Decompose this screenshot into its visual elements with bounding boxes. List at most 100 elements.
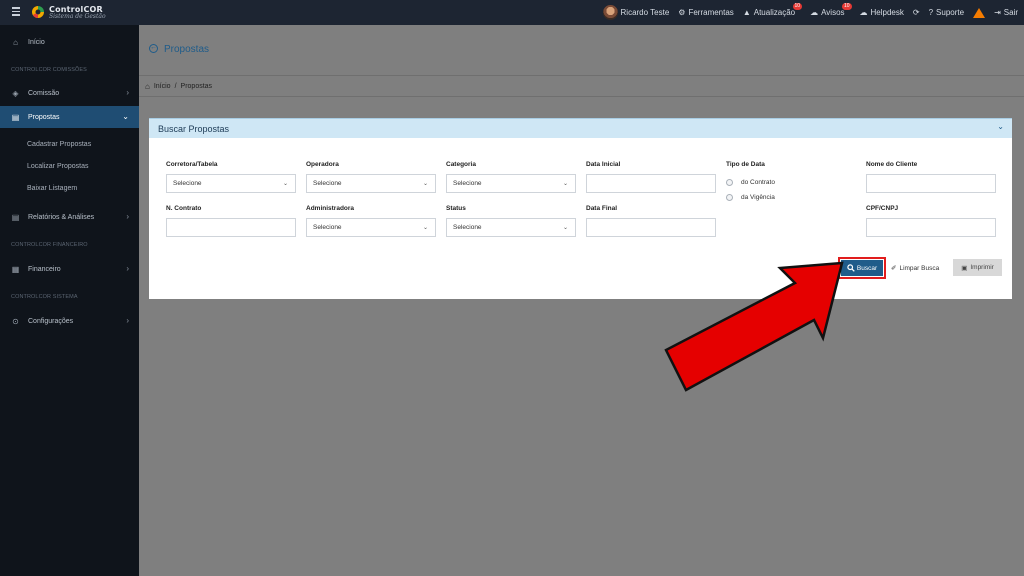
cpf-input[interactable] [866,218,996,237]
logout-icon: ⇥ [994,8,1001,17]
clipboard-icon: ▤ [11,112,20,122]
sidebar-item-label: Configurações [28,317,74,325]
radio-vigencia-label: da Vigência [741,194,775,201]
avatar [602,5,618,20]
avisos-link[interactable]: ☁ Avisos 10 [810,3,852,17]
brand-subtitle: Sistema de Gestão [49,13,106,20]
cpf-label: CPF/CNPJ [866,205,899,212]
buscar-label: Buscar [856,264,878,272]
sidebar-item-label: Propostas [28,113,60,121]
search-panel: Buscar Propostas ⌄ Corretora/Tabela Sele… [149,118,1012,299]
operadora-value: Selecione [313,180,342,187]
sidebar-item-propostas[interactable]: ▤ Propostas ⌄ [0,106,139,128]
section-sistema: CONTROLCOR SISTEMA [11,294,78,300]
operadora-select[interactable]: Selecione ⌄ [306,174,436,193]
alert-button[interactable] [973,7,986,18]
chevron-down-icon: ⌄ [562,225,568,231]
layers-icon: ◈ [12,88,19,98]
data-final-input[interactable] [586,218,716,237]
page-header: ← Propostas [139,25,1024,75]
printer-icon: ▣ [961,264,968,272]
home-icon: ⌂ [145,82,150,91]
radio-vigencia[interactable]: da Vigência [726,194,775,201]
imprimir-button[interactable]: ▣ Imprimir [953,259,1002,276]
eraser-icon: ✐ [891,265,897,272]
chevron-right-icon: › [126,264,129,273]
question-icon: ? [928,8,934,17]
limpar-busca-button[interactable]: ✐ Limpar Busca [891,260,939,276]
chevron-down-icon[interactable]: ⌄ [997,122,1004,131]
breadcrumb-home[interactable]: Início [154,83,171,90]
tipo-data-label: Tipo de Data [726,161,765,168]
sidebar-item-relatorios[interactable]: ▤ Relatórios & Análises › [0,206,139,228]
contrato-input[interactable] [166,218,296,237]
section-financeiro: CONTROLCOR FINANCEIRO [11,242,88,248]
sidebar-item-inicio[interactable]: ⌂ Início [0,31,139,53]
ferramentas-label: Ferramentas [688,8,734,17]
status-select[interactable]: Selecione ⌄ [446,218,576,237]
sair-label: Sair [1003,8,1018,17]
corretora-label: Corretora/Tabela [166,161,218,168]
chat-icon: ☁ [810,8,819,17]
search-icon [847,264,855,272]
nome-cliente-input[interactable] [866,174,996,193]
sidebar-subitem-baixar[interactable]: Baixar Listagem [27,185,77,192]
avisos-label: Avisos [821,8,845,17]
top-bar: ControlCOR Sistema de Gestão Ricardo Tes… [0,0,1024,25]
chevron-down-icon: ⌄ [122,112,129,121]
radio-contrato-label: do Contrato [741,179,775,186]
chat-icon: ☁ [859,8,868,17]
radio-contrato[interactable]: do Contrato [726,179,775,186]
back-arrow-icon[interactable]: ← [149,44,158,53]
administradora-value: Selecione [313,224,342,231]
breadcrumb: ⌂ Início / Propostas [139,75,1024,97]
categoria-value: Selecione [453,180,482,187]
data-final-label: Data Final [586,205,618,212]
categoria-label: Categoria [446,161,476,168]
sidebar-subitem-cadastrar[interactable]: Cadastrar Propostas [27,141,91,148]
status-value: Selecione [453,224,482,231]
sair-link[interactable]: ⇥ Sair [994,8,1018,17]
helpdesk-link[interactable]: ☁ Helpdesk [860,8,904,17]
menu-icon[interactable] [12,7,20,16]
gears-icon: ⚙ [678,8,686,17]
chevron-right-icon: › [126,316,129,325]
corretora-select[interactable]: Selecione ⌄ [166,174,296,193]
categoria-select[interactable]: Selecione ⌄ [446,174,576,193]
refresh-button[interactable]: ⟳ [913,8,920,17]
atualizacao-link[interactable]: ▲ Atualização 10 [743,3,803,17]
sidebar-item-label: Financeiro [28,265,61,273]
top-nav: Ricardo Teste ⚙ Ferramentas ▲ Atualizaçã… [602,0,1018,25]
avisos-badge: 10 [841,3,852,10]
limpar-label: Limpar Busca [899,264,940,272]
main-content: ← Propostas ⌂ Início / Propostas Buscar … [139,25,1024,576]
administradora-select[interactable]: Selecione ⌄ [306,218,436,237]
sidebar-item-configuracoes[interactable]: ⊙ Configurações › [0,310,139,332]
ferramentas-link[interactable]: ⚙ Ferramentas [678,8,734,17]
suporte-label: Suporte [936,8,965,17]
sidebar-item-label: Relatórios & Análises [28,213,95,221]
panel-title: Buscar Propostas [158,124,230,134]
settings-icon: ⊙ [12,316,19,326]
sidebar-item-comissao[interactable]: ◈ Comissão › [0,82,139,104]
suporte-link[interactable]: ? Suporte [929,8,964,17]
data-inicial-label: Data Inicial [586,161,621,168]
home-icon: ⌂ [13,37,18,47]
sidebar-item-label: Comissão [28,89,60,97]
user-menu[interactable]: Ricardo Teste [602,5,669,20]
sidebar-item-financeiro[interactable]: ▦ Financeiro › [0,258,139,280]
radio-button[interactable] [726,179,733,186]
chevron-down-icon: ⌄ [422,225,428,231]
radio-button[interactable] [726,194,733,201]
sidebar-subitem-localizar[interactable]: Localizar Propostas [27,163,88,170]
page-title: Propostas [164,44,210,55]
nome-cliente-label: Nome do Cliente [866,161,918,168]
section-comissoes: CONTROLCOR COMISSÕES [11,67,87,73]
panel-header[interactable]: Buscar Propostas ⌄ [149,118,1012,138]
helpdesk-label: Helpdesk [870,8,904,17]
corretora-value: Selecione [173,180,202,187]
data-inicial-input[interactable] [586,174,716,193]
buscar-button[interactable]: Buscar [838,257,886,279]
administradora-label: Administradora [306,205,355,212]
chevron-down-icon: ⌄ [422,181,428,187]
